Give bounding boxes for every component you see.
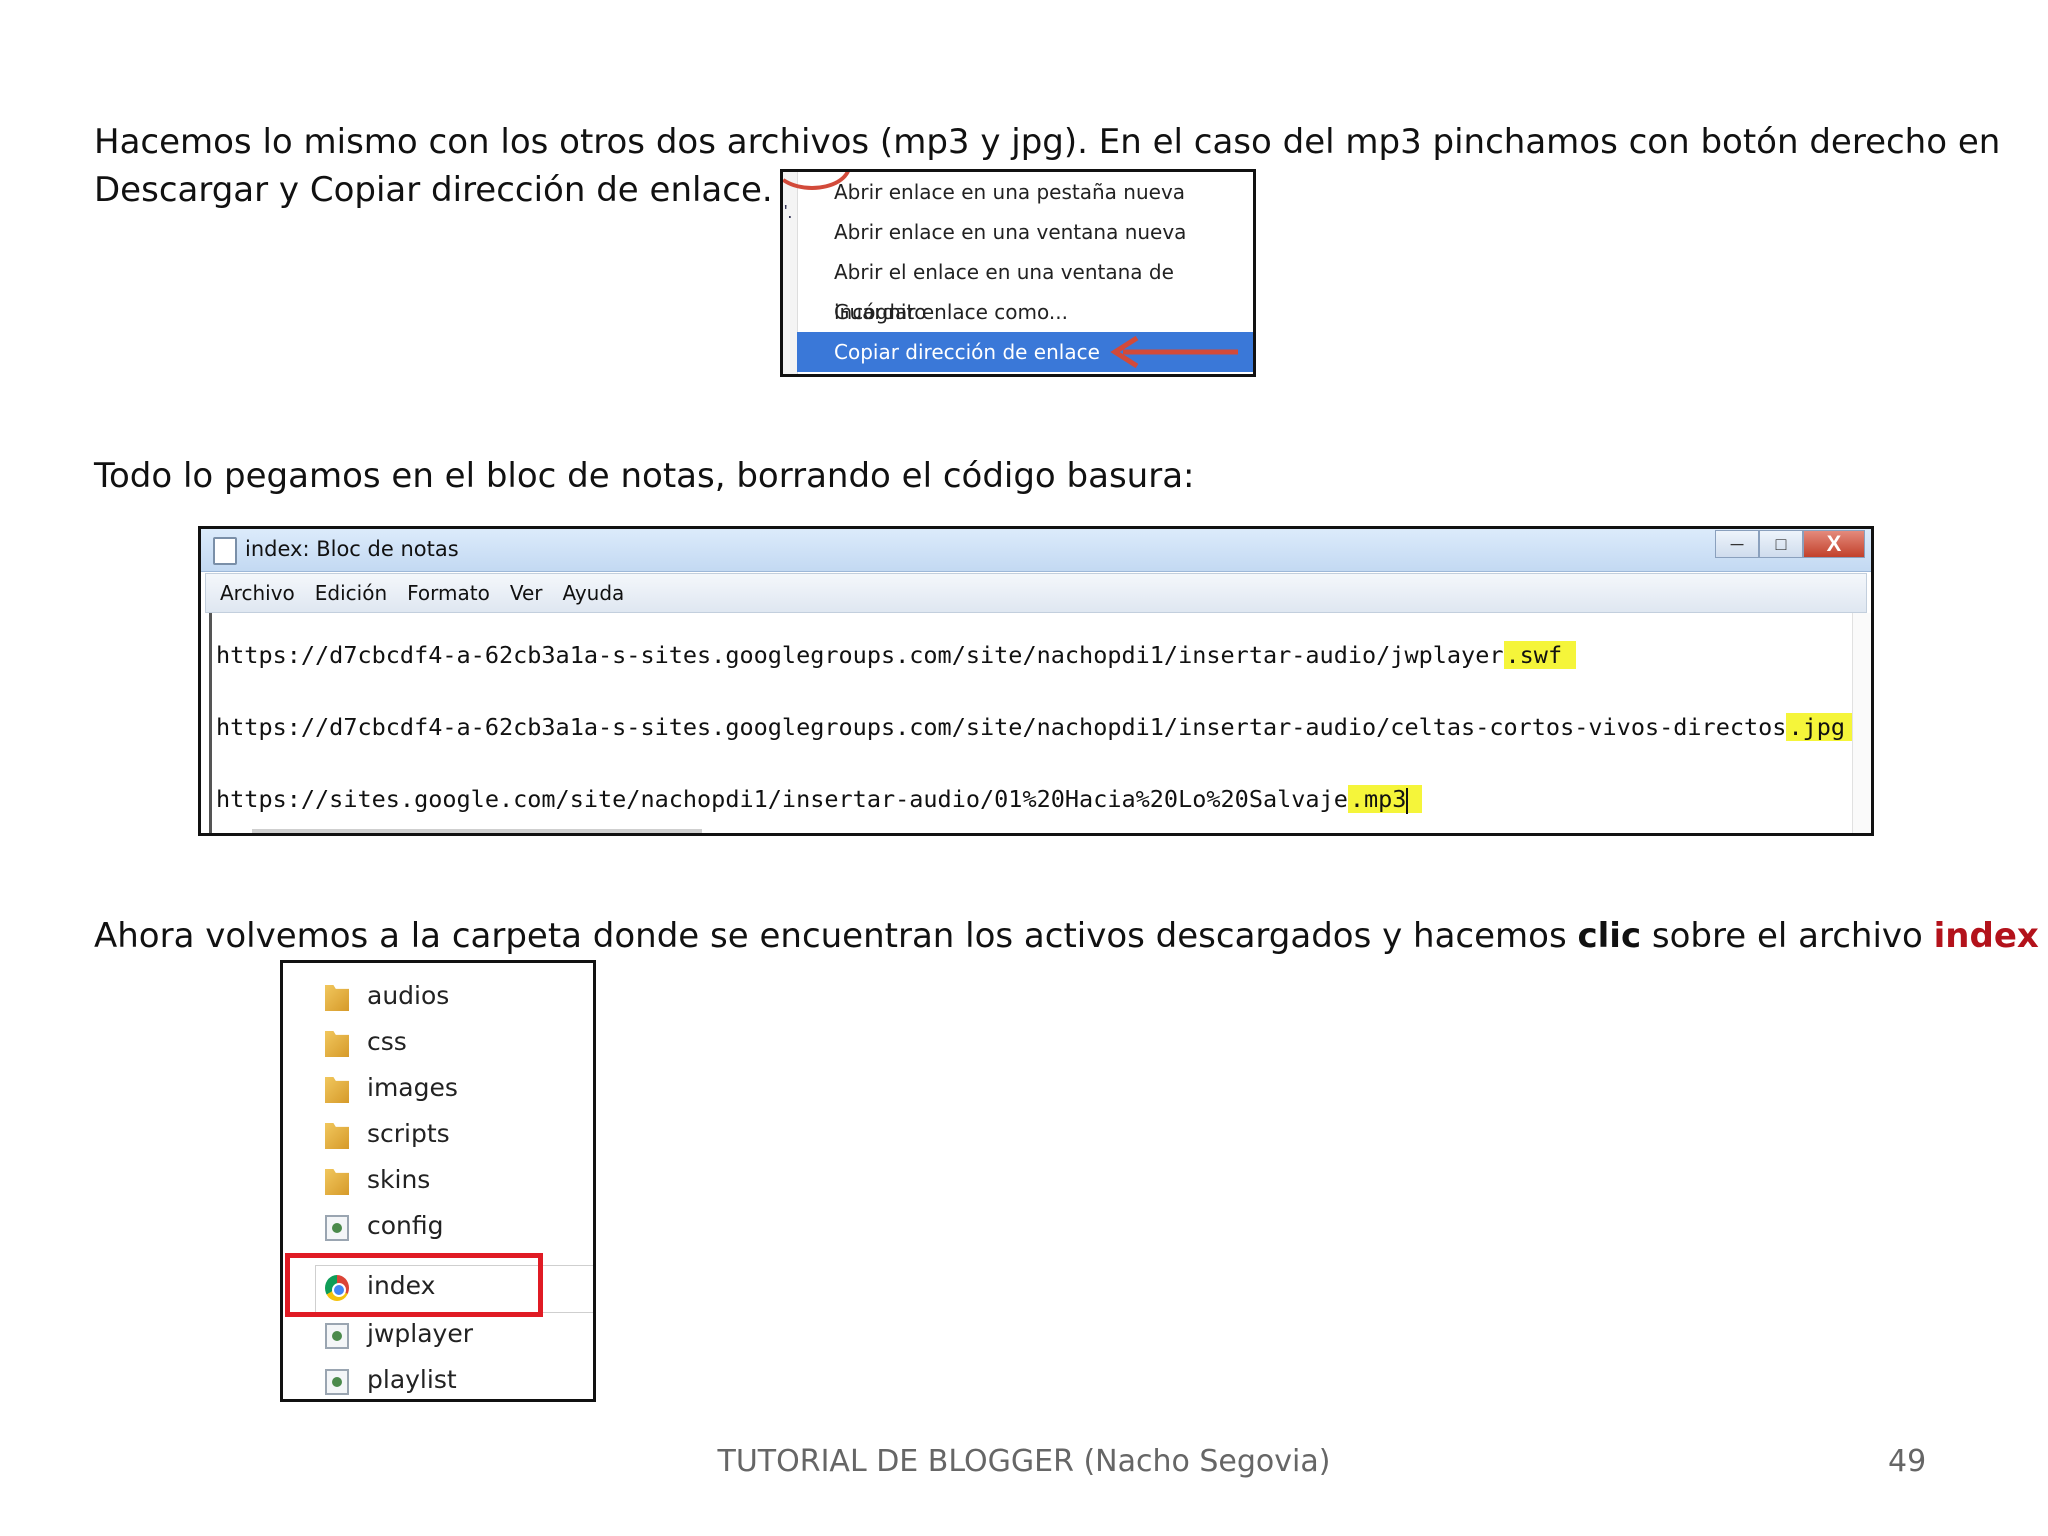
- paragraph-1-line-2: Descargar y Copiar dirección de enlace.: [94, 170, 773, 210]
- menu-item-save-link[interactable]: Guardar enlace como...: [797, 292, 1253, 332]
- text-caret: [1406, 787, 1409, 814]
- menu-ver[interactable]: Ver: [510, 581, 543, 605]
- list-item-config[interactable]: config: [283, 1205, 593, 1251]
- notepad-titlebar: index: Bloc de notas ─ □ X: [201, 529, 1871, 572]
- list-item-scripts[interactable]: scripts: [283, 1113, 593, 1159]
- folder-icon: [325, 985, 349, 1011]
- maximize-icon[interactable]: □: [1759, 530, 1803, 558]
- context-menu-left-edge: '.: [783, 172, 798, 374]
- text-line-2: https://d7cbcdf4-a-62cb3a1a-s-sites.goog…: [216, 709, 1860, 745]
- file-icon: [325, 1323, 349, 1349]
- folder-icon: [325, 1077, 349, 1103]
- menu-ayuda[interactable]: Ayuda: [563, 581, 625, 605]
- menu-archivo[interactable]: Archivo: [220, 581, 295, 605]
- list-item-images[interactable]: images: [283, 1067, 593, 1113]
- context-menu-screenshot: '. Abrir enlace en una pestaña nueva Abr…: [780, 169, 1256, 377]
- list-item-skins[interactable]: skins: [283, 1159, 593, 1205]
- extension-highlight: .mp3: [1347, 785, 1423, 814]
- text-line-3: https://sites.google.com/site/nachopdi1/…: [216, 781, 1423, 817]
- menu-edicion[interactable]: Edición: [315, 581, 387, 605]
- notepad-text-area[interactable]: https://d7cbcdf4-a-62cb3a1a-s-sites.goog…: [209, 613, 1860, 833]
- menu-item-open-window[interactable]: Abrir enlace en una ventana nueva: [797, 212, 1253, 252]
- list-item-audios[interactable]: audios: [283, 975, 593, 1021]
- list-item-playlist[interactable]: playlist: [283, 1359, 593, 1399]
- window-controls: ─ □ X: [1715, 530, 1865, 560]
- bold-clic: clic: [1577, 916, 1642, 956]
- red-highlight-box: [285, 1253, 543, 1317]
- red-index: index: [1933, 916, 2039, 956]
- footer-text: TUTORIAL DE BLOGGER (Nacho Segovia): [717, 1444, 1331, 1479]
- file-icon: [325, 1369, 349, 1395]
- menu-formato[interactable]: Formato: [407, 581, 490, 605]
- extension-highlight: .swf: [1503, 641, 1577, 669]
- extension-highlight: .jpg: [1786, 713, 1860, 741]
- vertical-scrollbar[interactable]: [1852, 613, 1871, 833]
- folder-icon: [325, 1031, 349, 1057]
- paragraph-2: Todo lo pegamos en el bloc de notas, bor…: [94, 456, 1195, 496]
- folder-icon: [325, 1169, 349, 1195]
- page-number: 49: [1888, 1444, 1927, 1479]
- red-arrow-icon: [1110, 335, 1238, 369]
- folder-icon: [325, 1123, 349, 1149]
- notepad-window: index: Bloc de notas ─ □ X Archivo Edici…: [198, 526, 1874, 836]
- list-item-css[interactable]: css: [283, 1021, 593, 1067]
- close-icon[interactable]: X: [1803, 530, 1865, 558]
- minimize-icon[interactable]: ─: [1715, 530, 1759, 558]
- horizontal-scrollbar-thumb[interactable]: [252, 829, 702, 833]
- file-icon: [325, 1215, 349, 1241]
- paragraph-1-line-1: Hacemos lo mismo con los otros dos archi…: [94, 122, 2001, 162]
- notepad-title: index: Bloc de notas: [245, 537, 459, 561]
- list-item-jwplayer[interactable]: jwplayer: [283, 1313, 593, 1359]
- file-explorer-list: audios css images scripts skins config i…: [280, 960, 596, 1402]
- menu-item-open-incognito[interactable]: Abrir el enlace en una ventana de incógn…: [797, 252, 1253, 324]
- notepad-icon: [213, 537, 237, 565]
- notepad-menubar: Archivo Edición Formato Ver Ayuda: [205, 573, 1867, 613]
- menu-item-open-tab[interactable]: Abrir enlace en una pestaña nueva: [797, 172, 1253, 212]
- text-line-1: https://d7cbcdf4-a-62cb3a1a-s-sites.goog…: [216, 637, 1577, 673]
- paragraph-3: Ahora volvemos a la carpeta donde se enc…: [94, 916, 2039, 956]
